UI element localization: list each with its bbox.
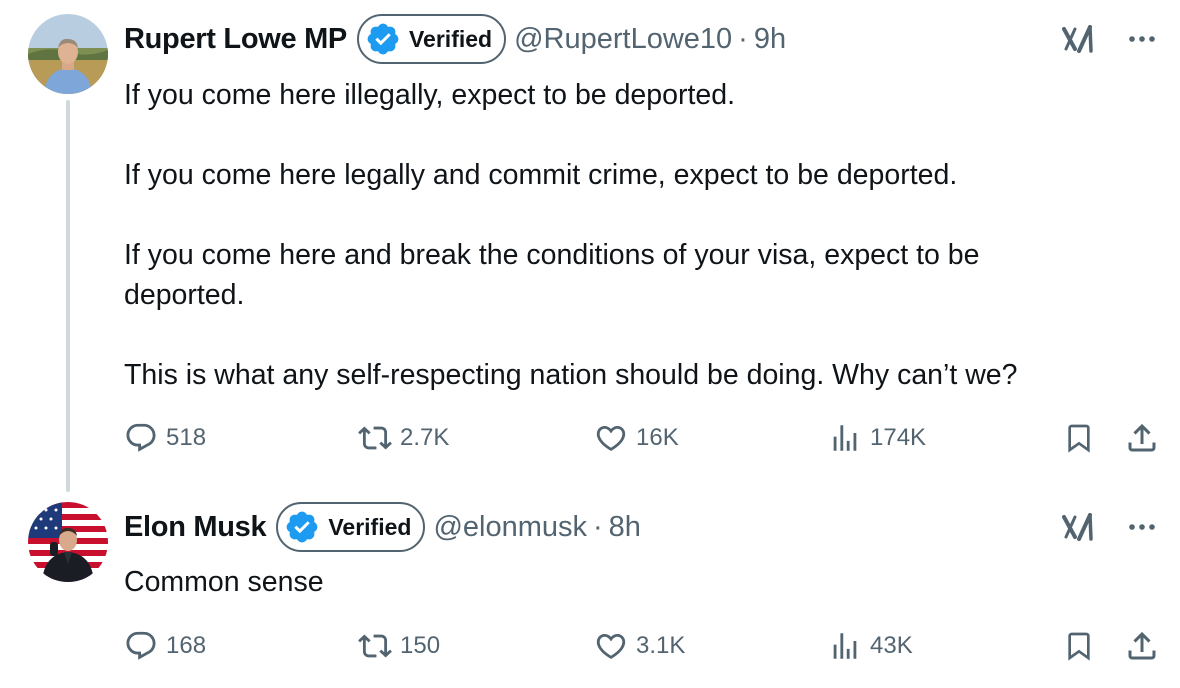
reply-button[interactable]: 518 xyxy=(124,418,206,458)
tweet-elon-musk: Elon Musk Verified @elonmusk · 8h Common… xyxy=(0,480,1180,688)
tweet-paragraph: This is what any self-respecting nation … xyxy=(124,359,1018,391)
timestamp[interactable]: 8h xyxy=(609,511,641,544)
tweet-header: Rupert Lowe MP Verified @RupertLowe10 · … xyxy=(124,14,786,64)
reply-icon xyxy=(126,631,156,660)
author-handle[interactable]: @elonmusk xyxy=(433,511,587,544)
avatar[interactable] xyxy=(28,14,108,94)
author-name[interactable]: Elon Musk xyxy=(124,511,267,544)
tweet-paragraph: If you come here illegally, expect to be… xyxy=(124,79,735,111)
tweet-text: Common sense xyxy=(124,562,1104,602)
more-icon[interactable] xyxy=(1126,23,1158,55)
grok-icon[interactable] xyxy=(1060,509,1096,545)
tweet-paragraph: Common sense xyxy=(124,566,324,598)
views-count: 174K xyxy=(870,424,927,451)
separator-dot: · xyxy=(738,22,748,55)
verified-badge-icon xyxy=(286,511,318,543)
views-button[interactable]: 43K xyxy=(828,626,913,666)
repost-icon xyxy=(358,634,392,658)
verified-badge[interactable]: Verified xyxy=(276,502,426,552)
reply-button[interactable]: 168 xyxy=(124,626,206,666)
reply-icon xyxy=(126,423,156,452)
repost-count: 2.7K xyxy=(400,424,450,451)
views-count: 43K xyxy=(870,632,913,659)
avatar[interactable] xyxy=(28,502,108,582)
bookmark-icon[interactable] xyxy=(1063,628,1095,664)
views-icon xyxy=(833,425,857,451)
more-icon[interactable] xyxy=(1126,511,1158,543)
tweet-paragraph: If you come here legally and commit crim… xyxy=(124,159,958,191)
repost-button[interactable]: 150 xyxy=(358,626,440,666)
separator-dot: · xyxy=(593,510,603,543)
tweet-text: If you come here illegally, expect to be… xyxy=(124,75,1104,395)
like-count: 16K xyxy=(636,424,679,451)
tweet-actions: 168 150 3.1K 43K xyxy=(124,626,1180,666)
reply-count: 168 xyxy=(166,632,207,659)
like-count: 3.1K xyxy=(636,632,686,659)
repost-button[interactable]: 2.7K xyxy=(358,418,449,458)
repost-icon xyxy=(358,426,392,450)
repost-count: 150 xyxy=(400,632,441,659)
verified-label: Verified xyxy=(408,25,493,52)
bookmark-icon[interactable] xyxy=(1063,420,1095,456)
tweet-actions: 518 2.7K 16K 174K xyxy=(124,418,1180,458)
tweet-paragraph: If you come here and break the condition… xyxy=(124,239,980,311)
share-icon[interactable] xyxy=(1124,628,1160,664)
like-icon xyxy=(596,425,626,451)
share-icon[interactable] xyxy=(1124,420,1160,456)
tweet-corner-actions xyxy=(1060,14,1180,64)
reply-count: 518 xyxy=(166,424,207,451)
like-icon xyxy=(596,633,626,659)
like-button[interactable]: 3.1K xyxy=(594,626,685,666)
tweet-corner-actions xyxy=(1060,502,1180,552)
verified-badge[interactable]: Verified xyxy=(356,14,507,64)
views-icon xyxy=(833,633,857,659)
like-button[interactable]: 16K xyxy=(594,418,679,458)
tweet-rupert-lowe: Rupert Lowe MP Verified @RupertLowe10 · … xyxy=(0,0,1180,480)
grok-icon[interactable] xyxy=(1060,21,1096,57)
author-name[interactable]: Rupert Lowe MP xyxy=(124,23,347,56)
author-handle[interactable]: @RupertLowe10 xyxy=(514,23,732,56)
timestamp[interactable]: 9h xyxy=(754,23,786,56)
tweet-header: Elon Musk Verified @elonmusk · 8h xyxy=(124,502,641,552)
verified-label: Verified xyxy=(328,513,412,540)
verified-badge-icon xyxy=(367,23,399,55)
views-button[interactable]: 174K xyxy=(828,418,926,458)
